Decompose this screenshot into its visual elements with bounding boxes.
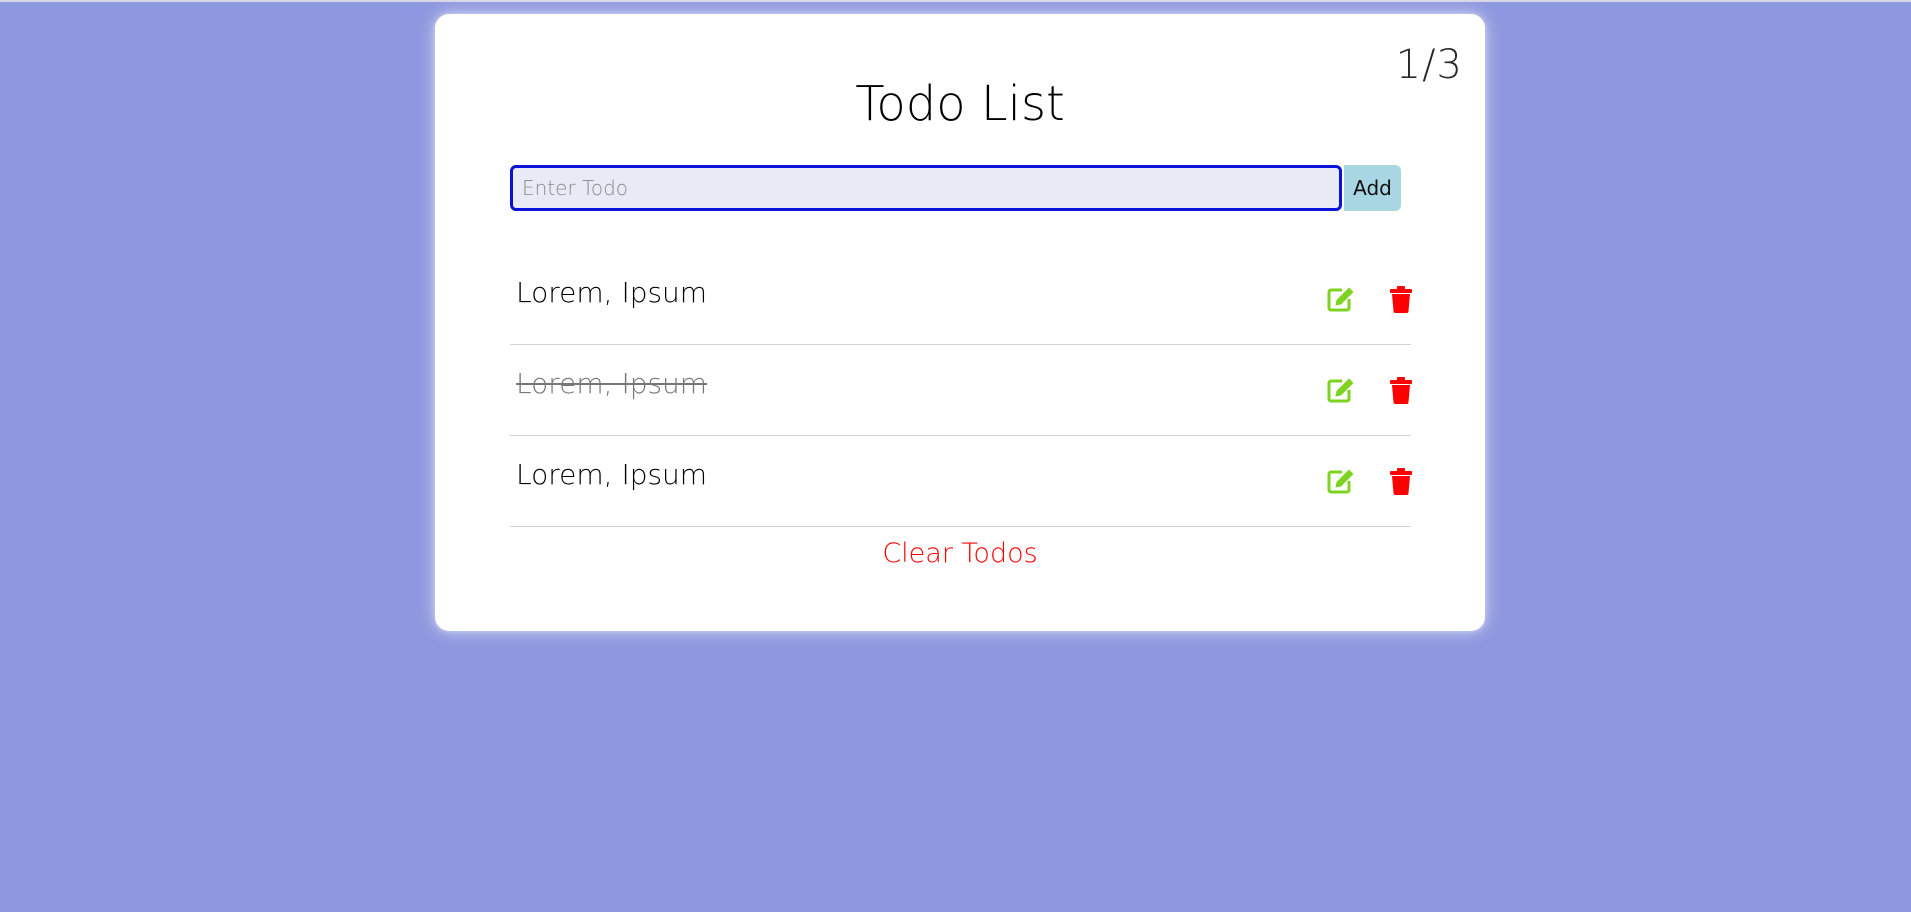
todo-list: Lorem, Ipsum Lorem, Ipsum Lorem, Ipsum <box>510 254 1412 527</box>
todo-input[interactable] <box>510 165 1342 211</box>
trash-icon <box>1390 376 1412 404</box>
todo-text[interactable]: Lorem, Ipsum <box>516 276 707 309</box>
edit-icon <box>1327 469 1354 494</box>
todo-item: Lorem, Ipsum <box>510 436 1412 527</box>
edit-button[interactable] <box>1326 284 1356 314</box>
delete-button[interactable] <box>1386 466 1416 496</box>
clear-todos-button[interactable]: Clear Todos <box>435 538 1485 569</box>
edit-icon <box>1327 378 1354 403</box>
add-button[interactable]: Add <box>1344 165 1401 211</box>
edit-button[interactable] <box>1326 466 1356 496</box>
delete-button[interactable] <box>1386 375 1416 405</box>
todo-item: Lorem, Ipsum <box>510 254 1412 345</box>
todo-item: Lorem, Ipsum <box>510 345 1412 436</box>
page-title: Todo List <box>855 76 1065 132</box>
todo-text[interactable]: Lorem, Ipsum <box>516 458 707 491</box>
delete-button[interactable] <box>1386 284 1416 314</box>
edit-button[interactable] <box>1326 375 1356 405</box>
todo-text[interactable]: Lorem, Ipsum <box>516 367 707 400</box>
trash-icon <box>1390 285 1412 313</box>
edit-icon <box>1327 287 1354 312</box>
todo-card: 1/3 Todo List Add Lorem, Ipsum <box>435 14 1485 631</box>
trash-icon <box>1390 467 1412 495</box>
todo-form: Add <box>510 165 1401 211</box>
